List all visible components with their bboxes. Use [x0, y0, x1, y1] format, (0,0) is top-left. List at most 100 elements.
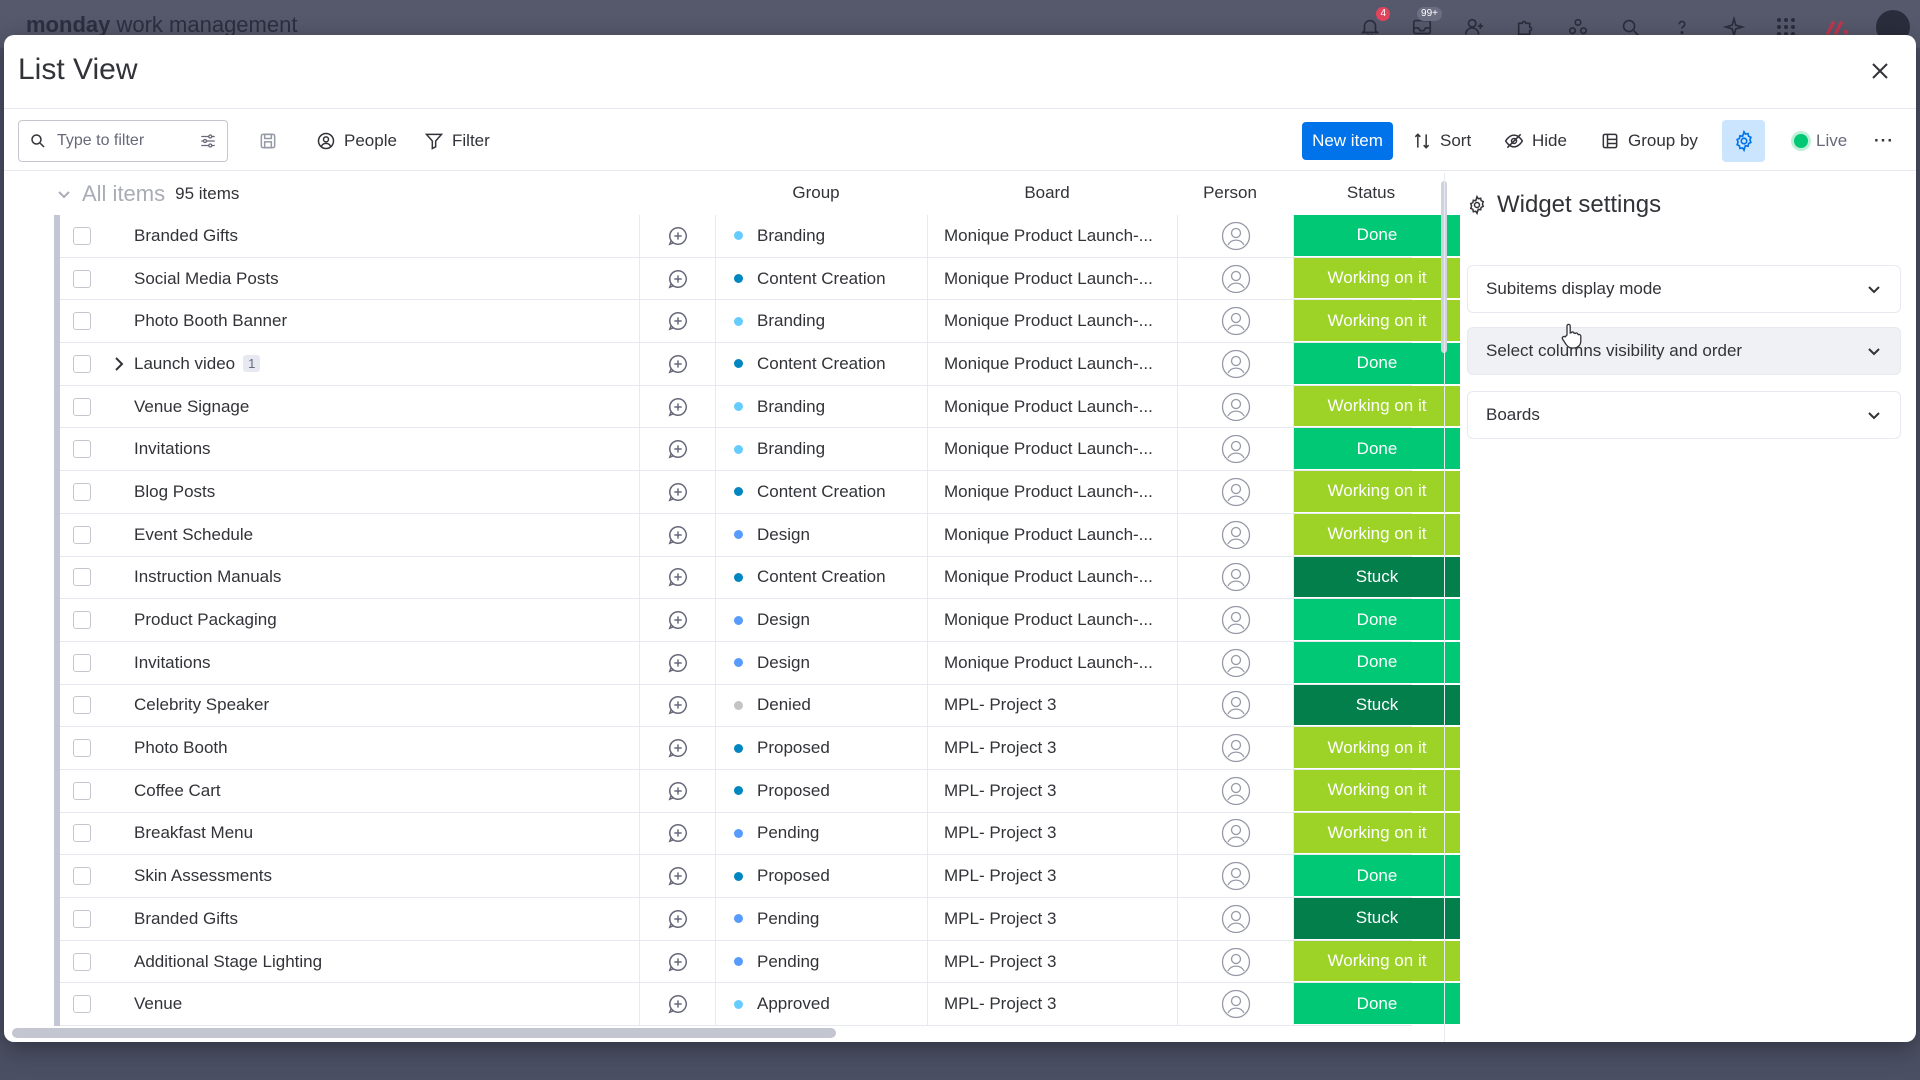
status-badge[interactable]: Working on it	[1294, 513, 1460, 556]
sort-button[interactable]: Sort	[1412, 121, 1471, 161]
row-checkbox-cell[interactable]	[60, 770, 104, 812]
person-placeholder-icon[interactable]	[1221, 605, 1251, 635]
person-cell[interactable]	[1178, 641, 1294, 684]
live-toggle[interactable]: Live	[1794, 121, 1847, 161]
add-update-cell[interactable]	[640, 385, 716, 428]
status-badge[interactable]: Working on it	[1294, 812, 1460, 855]
table-row[interactable]: Launch video 1 Content Creation Monique Pro…	[60, 343, 1460, 386]
row-checkbox[interactable]	[73, 611, 91, 630]
subitems-display-mode-section[interactable]: Subitems display mode	[1467, 265, 1901, 313]
status-badge[interactable]: Working on it	[1294, 727, 1460, 769]
person-placeholder-icon[interactable]	[1221, 264, 1251, 294]
person-placeholder-icon[interactable]	[1221, 434, 1251, 464]
row-checkbox-cell[interactable]	[60, 727, 104, 769]
person-cell[interactable]	[1178, 727, 1294, 769]
status-badge[interactable]: Stuck	[1294, 556, 1460, 599]
person-placeholder-icon[interactable]	[1221, 392, 1251, 422]
person-placeholder-icon[interactable]	[1221, 221, 1251, 251]
person-placeholder-icon[interactable]	[1221, 818, 1251, 848]
status-badge[interactable]: Done	[1294, 983, 1460, 1026]
more-options-button[interactable]: ···	[1874, 121, 1894, 161]
table-row[interactable]: Photo Booth Proposed MPL- Project 3 Working…	[60, 727, 1460, 770]
table-row[interactable]: Celebrity Speaker Denied MPL- Project 3 Stu…	[60, 684, 1460, 728]
columns-visibility-section[interactable]: Select columns visibility and order	[1467, 327, 1901, 375]
status-badge[interactable]: Done	[1294, 855, 1460, 897]
add-update-cell[interactable]	[640, 727, 716, 769]
table-row[interactable]: Invitations Branding Monique Product Launc…	[60, 428, 1460, 472]
person-cell[interactable]	[1178, 257, 1294, 300]
filter-button[interactable]: Filter	[424, 121, 490, 161]
person-cell[interactable]	[1178, 940, 1294, 983]
add-update-cell[interactable]	[640, 513, 716, 556]
person-placeholder-icon[interactable]	[1221, 776, 1251, 806]
row-checkbox[interactable]	[73, 354, 91, 373]
table-row[interactable]: Coffee Cart Proposed MPL- Project 3 Working…	[60, 769, 1460, 813]
person-placeholder-icon[interactable]	[1221, 648, 1251, 678]
item-name-cell[interactable]: Venue Signage	[104, 385, 640, 428]
item-name-cell[interactable]: Photo Booth	[104, 727, 640, 769]
add-update-cell[interactable]	[640, 769, 716, 812]
item-name-cell[interactable]: Additional Stage Lighting	[104, 940, 640, 983]
item-name-cell[interactable]: Venue	[104, 983, 640, 1026]
table-row[interactable]: Branded Gifts Branding Monique Product Lau…	[60, 215, 1460, 258]
row-checkbox[interactable]	[73, 397, 91, 416]
add-update-icon[interactable]	[667, 524, 689, 546]
add-update-cell[interactable]	[640, 940, 716, 983]
row-checkbox[interactable]	[73, 952, 91, 971]
person-cell[interactable]	[1178, 556, 1294, 599]
add-update-icon[interactable]	[667, 694, 689, 716]
person-cell[interactable]	[1178, 599, 1294, 641]
add-update-cell[interactable]	[640, 599, 716, 641]
add-update-cell[interactable]	[640, 215, 716, 257]
add-update-icon[interactable]	[667, 481, 689, 503]
add-update-icon[interactable]	[667, 225, 689, 247]
table-row[interactable]: Instruction Manuals Content Creation Moniq…	[60, 556, 1460, 600]
column-header-status[interactable]: Status	[1288, 183, 1454, 203]
table-row[interactable]: Skin Assessments Proposed MPL- Project 3 Do…	[60, 855, 1460, 898]
status-badge[interactable]: Done	[1294, 641, 1460, 684]
table-row[interactable]: Social Media Posts Content Creation Moniqu…	[60, 257, 1460, 301]
item-name-cell[interactable]: Branded Gifts	[104, 898, 640, 940]
person-cell[interactable]	[1178, 769, 1294, 812]
item-name-cell[interactable]: Breakfast Menu	[104, 812, 640, 855]
item-name-cell[interactable]: Instruction Manuals	[104, 556, 640, 599]
filter-options-icon[interactable]	[199, 132, 217, 150]
row-checkbox[interactable]	[73, 312, 91, 331]
person-cell[interactable]	[1178, 385, 1294, 428]
add-update-cell[interactable]	[640, 855, 716, 897]
status-badge[interactable]: Stuck	[1294, 898, 1460, 940]
add-update-icon[interactable]	[667, 268, 689, 290]
row-checkbox-cell[interactable]	[60, 300, 104, 342]
table-row[interactable]: Additional Stage Lighting Pending MPL- Pro…	[60, 940, 1460, 984]
person-cell[interactable]	[1178, 215, 1294, 257]
new-item-button[interactable]: New item	[1302, 122, 1393, 160]
row-checkbox-cell[interactable]	[60, 898, 104, 940]
row-checkbox-cell[interactable]	[60, 855, 104, 897]
person-cell[interactable]	[1178, 428, 1294, 471]
close-button[interactable]	[1866, 57, 1894, 85]
search-box[interactable]	[18, 120, 228, 162]
person-cell[interactable]	[1178, 343, 1294, 385]
row-checkbox-cell[interactable]	[60, 685, 104, 727]
person-cell[interactable]	[1178, 898, 1294, 940]
people-filter-button[interactable]: People	[316, 121, 397, 161]
row-checkbox[interactable]	[73, 781, 91, 800]
search-input[interactable]	[57, 132, 187, 150]
row-checkbox[interactable]	[73, 909, 91, 928]
item-name-cell[interactable]: Invitations	[104, 428, 640, 471]
add-update-icon[interactable]	[667, 993, 689, 1015]
add-update-icon[interactable]	[667, 566, 689, 588]
table-row[interactable]: Breakfast Menu Pending MPL- Project 3 Worki…	[60, 812, 1460, 856]
row-checkbox-cell[interactable]	[60, 471, 104, 513]
status-badge[interactable]: Working on it	[1294, 385, 1460, 428]
boards-section[interactable]: Boards	[1467, 391, 1901, 439]
row-checkbox[interactable]	[73, 739, 91, 758]
item-name-cell[interactable]: Celebrity Speaker	[104, 684, 640, 727]
row-checkbox-cell[interactable]	[60, 941, 104, 983]
add-update-icon[interactable]	[667, 438, 689, 460]
person-placeholder-icon[interactable]	[1221, 562, 1251, 592]
person-cell[interactable]	[1178, 812, 1294, 855]
person-placeholder-icon[interactable]	[1221, 690, 1251, 720]
status-badge[interactable]: Working on it	[1294, 471, 1460, 513]
add-update-icon[interactable]	[667, 908, 689, 930]
